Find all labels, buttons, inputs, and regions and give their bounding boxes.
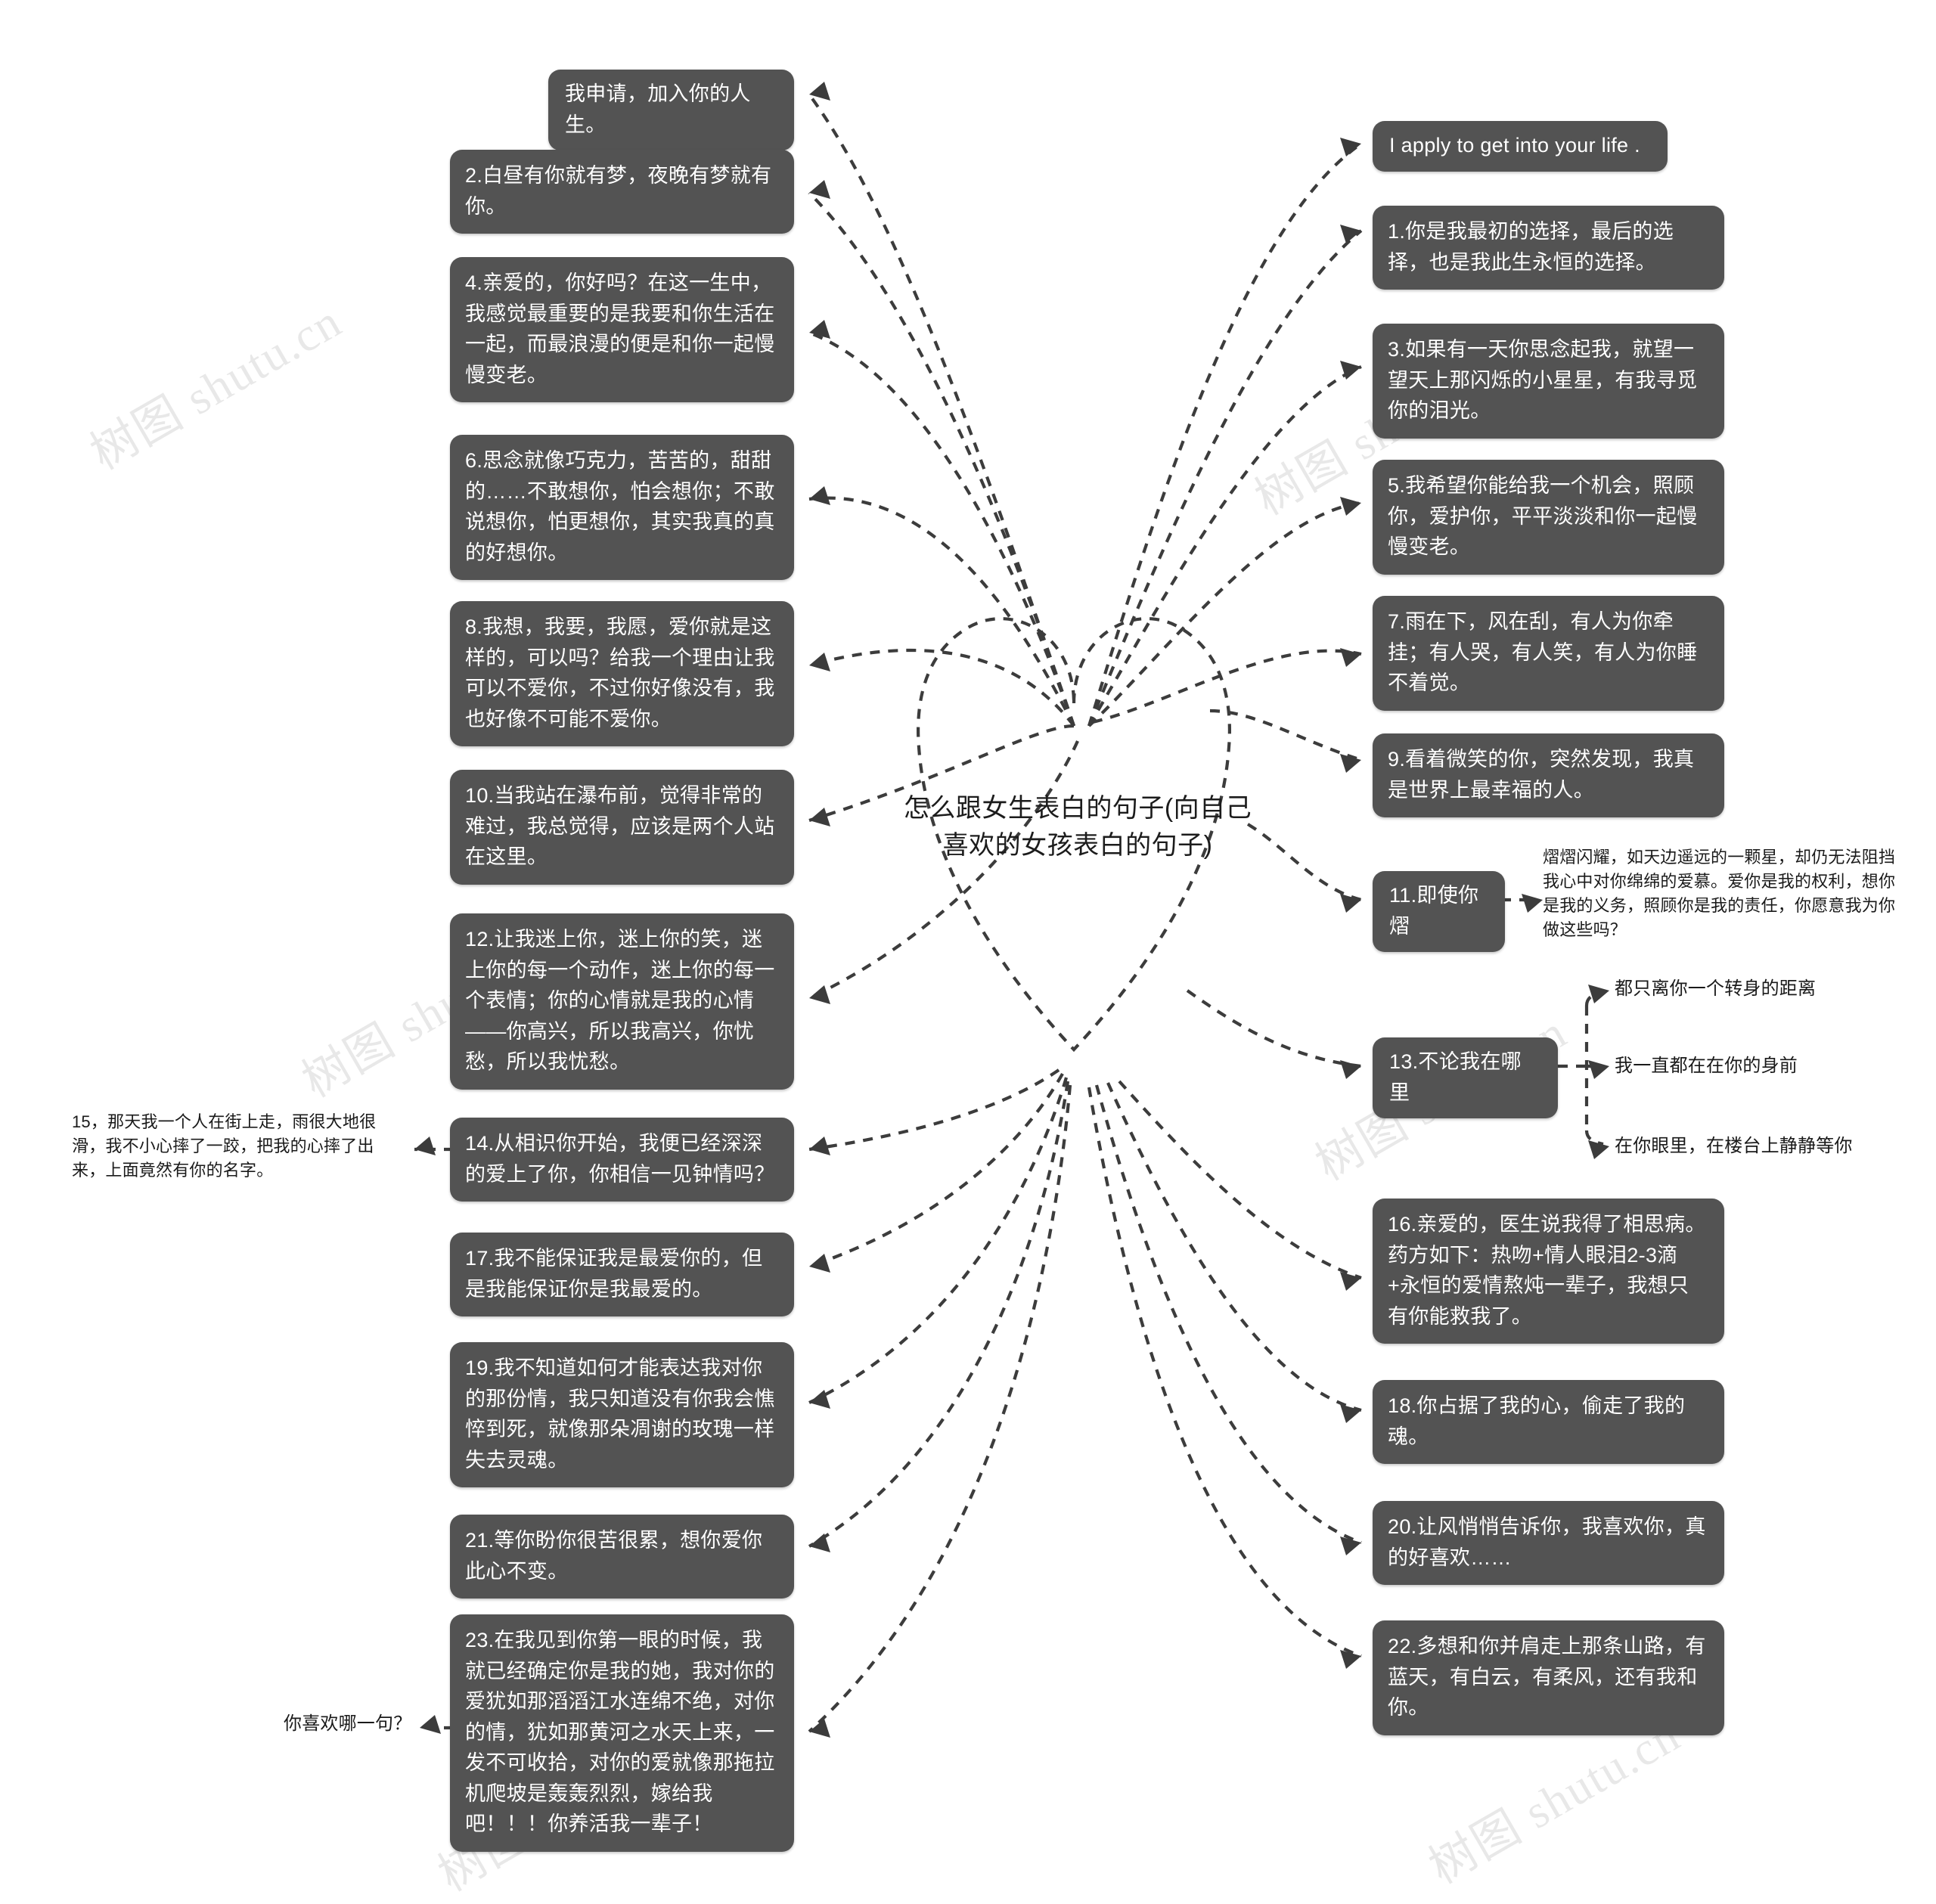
node-right-7-text: 11.即使你熠: [1373, 871, 1505, 952]
node-left-2-text: 2.白昼有你就有梦，夜晚有梦就有你。: [450, 150, 794, 234]
node-left-4-text: 6.思念就像巧克力，苦苦的，甜甜的……不敢想你，怕会想你；不敢说想你，怕更想你，…: [450, 435, 794, 580]
center-node-label: 怎么跟女生表白的句子(向自己喜欢的女孩表白的句子): [903, 794, 1252, 861]
node-left-6-text: 10.当我站在瀑布前，觉得非常的难过，我总觉得，应该是两个人站在这里。: [450, 770, 794, 885]
r8-child-connectors: [1558, 985, 1609, 1159]
node-left-1-text: 我申请，加入你的人生。: [548, 70, 794, 150]
node-left-5-text: 8.我想，我要，我愿，爱你就是这样的，可以吗？给我一个理由让我可以不爱你，不过你…: [450, 601, 794, 746]
node-right-8-child-1[interactable]: 都只离你一个转身的距离: [1615, 975, 1932, 1003]
node-left-3[interactable]: 4.亲爱的，你好吗？在这一生中，我感觉最重要的是我要和你生活在一起，而最浪漫的便…: [450, 257, 794, 402]
node-right-3-text: 3.如果有一天你思念起我，就望一望天上那闪烁的小星星，有我寻觅你的泪光。: [1373, 324, 1724, 439]
node-left-3-text: 4.亲爱的，你好吗？在这一生中，我感觉最重要的是我要和你生活在一起，而最浪漫的便…: [450, 257, 794, 402]
node-left-9-text: 17.我不能保证我是最爱你的，但是我能保证你是我最爱的。: [450, 1233, 794, 1316]
node-right-10-text: 18.你占据了我的心，偷走了我的魂。: [1373, 1380, 1724, 1464]
node-right-9-text: 16.亲爱的，医生说我得了相思病。药方如下：热吻+情人眼泪2-3滴+永恒的爱情熬…: [1373, 1199, 1724, 1344]
watermark: 树图 shutu.cn: [82, 295, 351, 480]
node-right-12-text: 22.多想和你并肩走上那条山路，有蓝天，有白云，有柔风，还有我和你。: [1373, 1620, 1724, 1735]
node-right-7[interactable]: 11.即使你熠: [1373, 871, 1505, 952]
node-left-5[interactable]: 8.我想，我要，我愿，爱你就是这样的，可以吗？给我一个理由让我可以不爱你，不过你…: [450, 601, 794, 746]
node-right-8-child-3-text: 在你眼里，在楼台上静静等你: [1615, 1136, 1853, 1156]
node-left-6[interactable]: 10.当我站在瀑布前，觉得非常的难过，我总觉得，应该是两个人站在这里。: [450, 770, 794, 885]
node-right-5[interactable]: 7.雨在下，风在刮，有人为你牵挂；有人哭，有人笑，有人为你睡不着觉。: [1373, 596, 1724, 711]
node-right-12[interactable]: 22.多想和你并肩走上那条山路，有蓝天，有白云，有柔风，还有我和你。: [1373, 1620, 1724, 1735]
node-right-9[interactable]: 16.亲爱的，医生说我得了相思病。药方如下：热吻+情人眼泪2-3滴+永恒的爱情熬…: [1373, 1199, 1724, 1344]
node-left-10-text: 19.我不知道如何才能表达我对你的那份情，我只知道没有你我会憔悴到死，就像那朵凋…: [450, 1342, 794, 1487]
node-left-1[interactable]: 我申请，加入你的人生。: [548, 70, 794, 150]
node-right-5-text: 7.雨在下，风在刮，有人为你牵挂；有人哭，有人笑，有人为你睡不着觉。: [1373, 596, 1724, 711]
node-right-8-child-2-text: 我一直都在在你的身前: [1615, 1056, 1798, 1076]
node-left-4[interactable]: 6.思念就像巧克力，苦苦的，甜甜的……不敢想你，怕会想你；不敢说想你，怕更想你，…: [450, 435, 794, 580]
node-left-12-text: 23.在我见到你第一眼的时候，我就已经确定你是我的她，我对你的爱犹如那滔滔江水连…: [450, 1614, 794, 1852]
node-left-plain-question[interactable]: 你喜欢哪一句？: [284, 1710, 420, 1738]
node-right-7-child-1[interactable]: 熠熠闪耀，如天边遥远的一颗星，却仍无法阻挡我心中对你绵绵的爱慕。爱你是我的权利，…: [1543, 845, 1898, 942]
node-left-11-text: 21.等你盼你很苦很累，想你爱你此心不变。: [450, 1515, 794, 1599]
node-right-8-child-1-text: 都只离你一个转身的距离: [1615, 978, 1817, 999]
r7-child-connector: [1501, 894, 1543, 913]
mindmap-canvas: 树图 shutu.cn 树图 shutu.cn 树图 shutu.cn 树图 s…: [0, 0, 1936, 1901]
node-right-11-text: 20.让风悄悄告诉你，我喜欢你，真的好喜欢……: [1373, 1501, 1724, 1585]
node-right-10[interactable]: 18.你占据了我的心，偷走了我的魂。: [1373, 1380, 1724, 1464]
node-left-8-text: 14.从相识你开始，我便已经深深的爱上了你，你相信一见钟情吗？: [450, 1118, 794, 1202]
node-left-11[interactable]: 21.等你盼你很苦很累，想你爱你此心不变。: [450, 1515, 794, 1599]
node-left-2[interactable]: 2.白昼有你就有梦，夜晚有梦就有你。: [450, 150, 794, 234]
node-right-7-child-1-text: 熠熠闪耀，如天边遥远的一颗星，却仍无法阻挡我心中对你绵绵的爱慕。爱你是我的权利，…: [1543, 848, 1896, 939]
left-leaf-connectors: [414, 1137, 454, 1734]
node-left-7[interactable]: 12.让我迷上你，迷上你的笑，迷上你的每一个动作，迷上你的每一个表情；你的心情就…: [450, 913, 794, 1090]
node-right-1-text: I apply to get into your life .: [1373, 121, 1668, 172]
node-left-plain-question-text: 你喜欢哪一句？: [284, 1713, 412, 1734]
right-connectors: [1087, 138, 1363, 1669]
node-left-10[interactable]: 19.我不知道如何才能表达我对你的那份情，我只知道没有你我会憔悴到死，就像那朵凋…: [450, 1342, 794, 1487]
node-right-1[interactable]: I apply to get into your life .: [1373, 121, 1668, 172]
node-right-2[interactable]: 1.你是我最初的选择，最后的选择，也是我此生永恒的选择。: [1373, 206, 1724, 290]
node-right-11[interactable]: 20.让风悄悄告诉你，我喜欢你，真的好喜欢……: [1373, 1501, 1724, 1585]
node-left-8[interactable]: 14.从相识你开始，我便已经深深的爱上了你，你相信一见钟情吗？: [450, 1118, 794, 1202]
node-right-6-text: 9.看着微笑的你，突然发现，我真是世界上最幸福的人。: [1373, 733, 1724, 817]
node-left-plain-15-text: 15，那天我一个人在街上走，雨很大地很滑，我不小心摔了一跤，把我的心摔了出来，上…: [72, 1112, 377, 1180]
node-right-3[interactable]: 3.如果有一天你思念起我，就望一望天上那闪烁的小星星，有我寻觅你的泪光。: [1373, 324, 1724, 439]
left-connectors: [808, 82, 1079, 1738]
node-right-4-text: 5.我希望你能给我一个机会，照顾你，爱护你，平平淡淡和你一起慢慢变老。: [1373, 460, 1724, 575]
node-right-6[interactable]: 9.看着微笑的你，突然发现，我真是世界上最幸福的人。: [1373, 733, 1724, 817]
node-right-4[interactable]: 5.我希望你能给我一个机会，照顾你，爱护你，平平淡淡和你一起慢慢变老。: [1373, 460, 1724, 575]
node-left-7-text: 12.让我迷上你，迷上你的笑，迷上你的每一个动作，迷上你的每一个表情；你的心情就…: [450, 913, 794, 1090]
node-left-12[interactable]: 23.在我见到你第一眼的时候，我就已经确定你是我的她，我对你的爱犹如那滔滔江水连…: [450, 1614, 794, 1852]
node-right-2-text: 1.你是我最初的选择，最后的选择，也是我此生永恒的选择。: [1373, 206, 1724, 290]
node-right-8[interactable]: 13.不论我在哪里: [1373, 1037, 1558, 1118]
node-right-8-text: 13.不论我在哪里: [1373, 1037, 1558, 1118]
node-left-plain-15[interactable]: 15，那天我一个人在街上走，雨很大地很滑，我不小心摔了一跤，把我的心摔了出来，上…: [72, 1110, 405, 1183]
node-left-9[interactable]: 17.我不能保证我是最爱你的，但是我能保证你是我最爱的。: [450, 1233, 794, 1316]
node-right-8-child-3[interactable]: 在你眼里，在楼台上静静等你: [1615, 1133, 1936, 1160]
node-right-8-child-2[interactable]: 我一直都在在你的身前: [1615, 1053, 1932, 1080]
